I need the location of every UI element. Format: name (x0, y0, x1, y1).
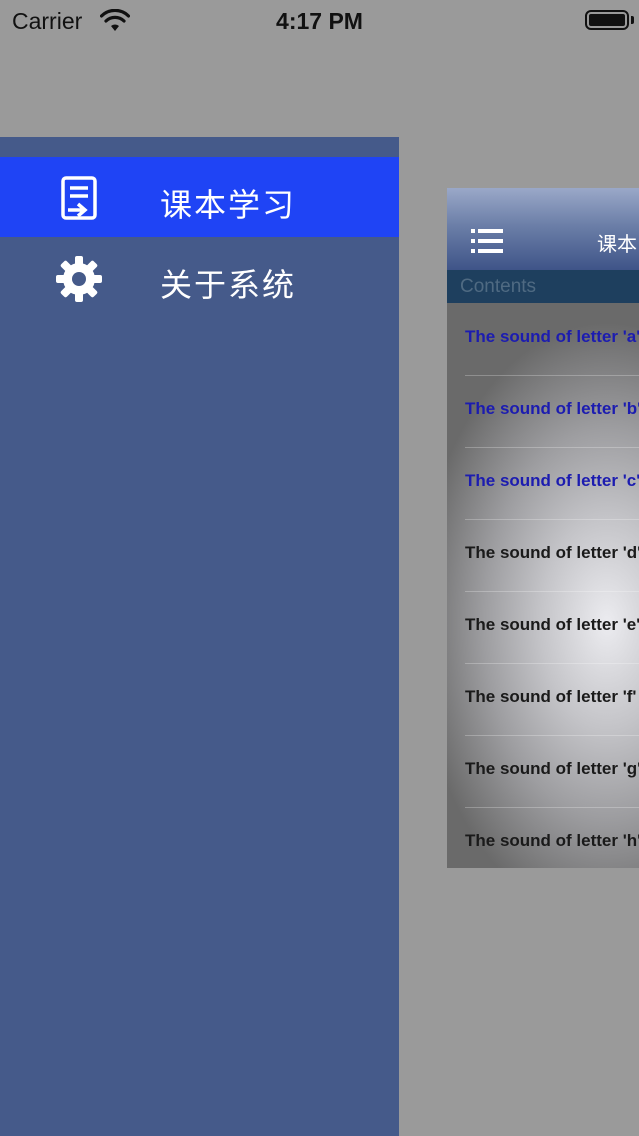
list-item[interactable]: The sound of letter 'c' (465, 447, 639, 520)
menu-item-label: 课本学习 (160, 186, 297, 224)
list-item[interactable]: The sound of letter 'h' (465, 807, 639, 868)
clock: 4:17 PM (276, 8, 363, 34)
menu-list-icon[interactable] (471, 228, 503, 254)
list-item-label: The sound of letter 'e' (465, 615, 639, 634)
nav-title: 课本 (597, 232, 637, 256)
list-item-label: The sound of letter 'g' (465, 759, 639, 778)
list-item-label: The sound of letter 'c' (465, 471, 639, 490)
battery-icon (585, 10, 629, 30)
gear-icon (56, 256, 102, 302)
list-item[interactable]: The sound of letter 'a' (465, 303, 639, 376)
list-item-label: The sound of letter 'h' (465, 831, 639, 850)
list-item-label: The sound of letter 'b' (465, 399, 639, 418)
status-bar: Carrier 4:17 PM (0, 0, 639, 44)
list-item[interactable]: The sound of letter 'd' (465, 519, 639, 592)
book-icon (61, 176, 97, 220)
menu-item-about-system[interactable]: 关于系统 (0, 237, 399, 317)
menu-item-textbook-study[interactable]: 课本学习 (0, 157, 399, 237)
list-item[interactable]: The sound of letter 'f' (465, 663, 639, 736)
content-panel[interactable]: 课本 Contents The sound of letter 'a' The … (447, 188, 639, 868)
list-item-label: The sound of letter 'f' (465, 687, 637, 706)
list-item-label: The sound of letter 'a' (465, 327, 639, 346)
side-menu: 课本学习 关于系统 (0, 137, 399, 1136)
list-item[interactable]: The sound of letter 'b' (465, 375, 639, 448)
menu-item-label: 关于系统 (160, 266, 297, 304)
list-item-label: The sound of letter 'd' (465, 543, 639, 562)
section-header-label: Contents (460, 276, 537, 297)
lesson-list: The sound of letter 'a' The sound of let… (447, 303, 639, 868)
section-header: Contents (447, 270, 639, 303)
navigation-bar: 课本 (447, 188, 639, 270)
list-item[interactable]: The sound of letter 'e' (465, 591, 639, 664)
list-item[interactable]: The sound of letter 'g' (465, 735, 639, 808)
battery-tip (631, 16, 634, 24)
